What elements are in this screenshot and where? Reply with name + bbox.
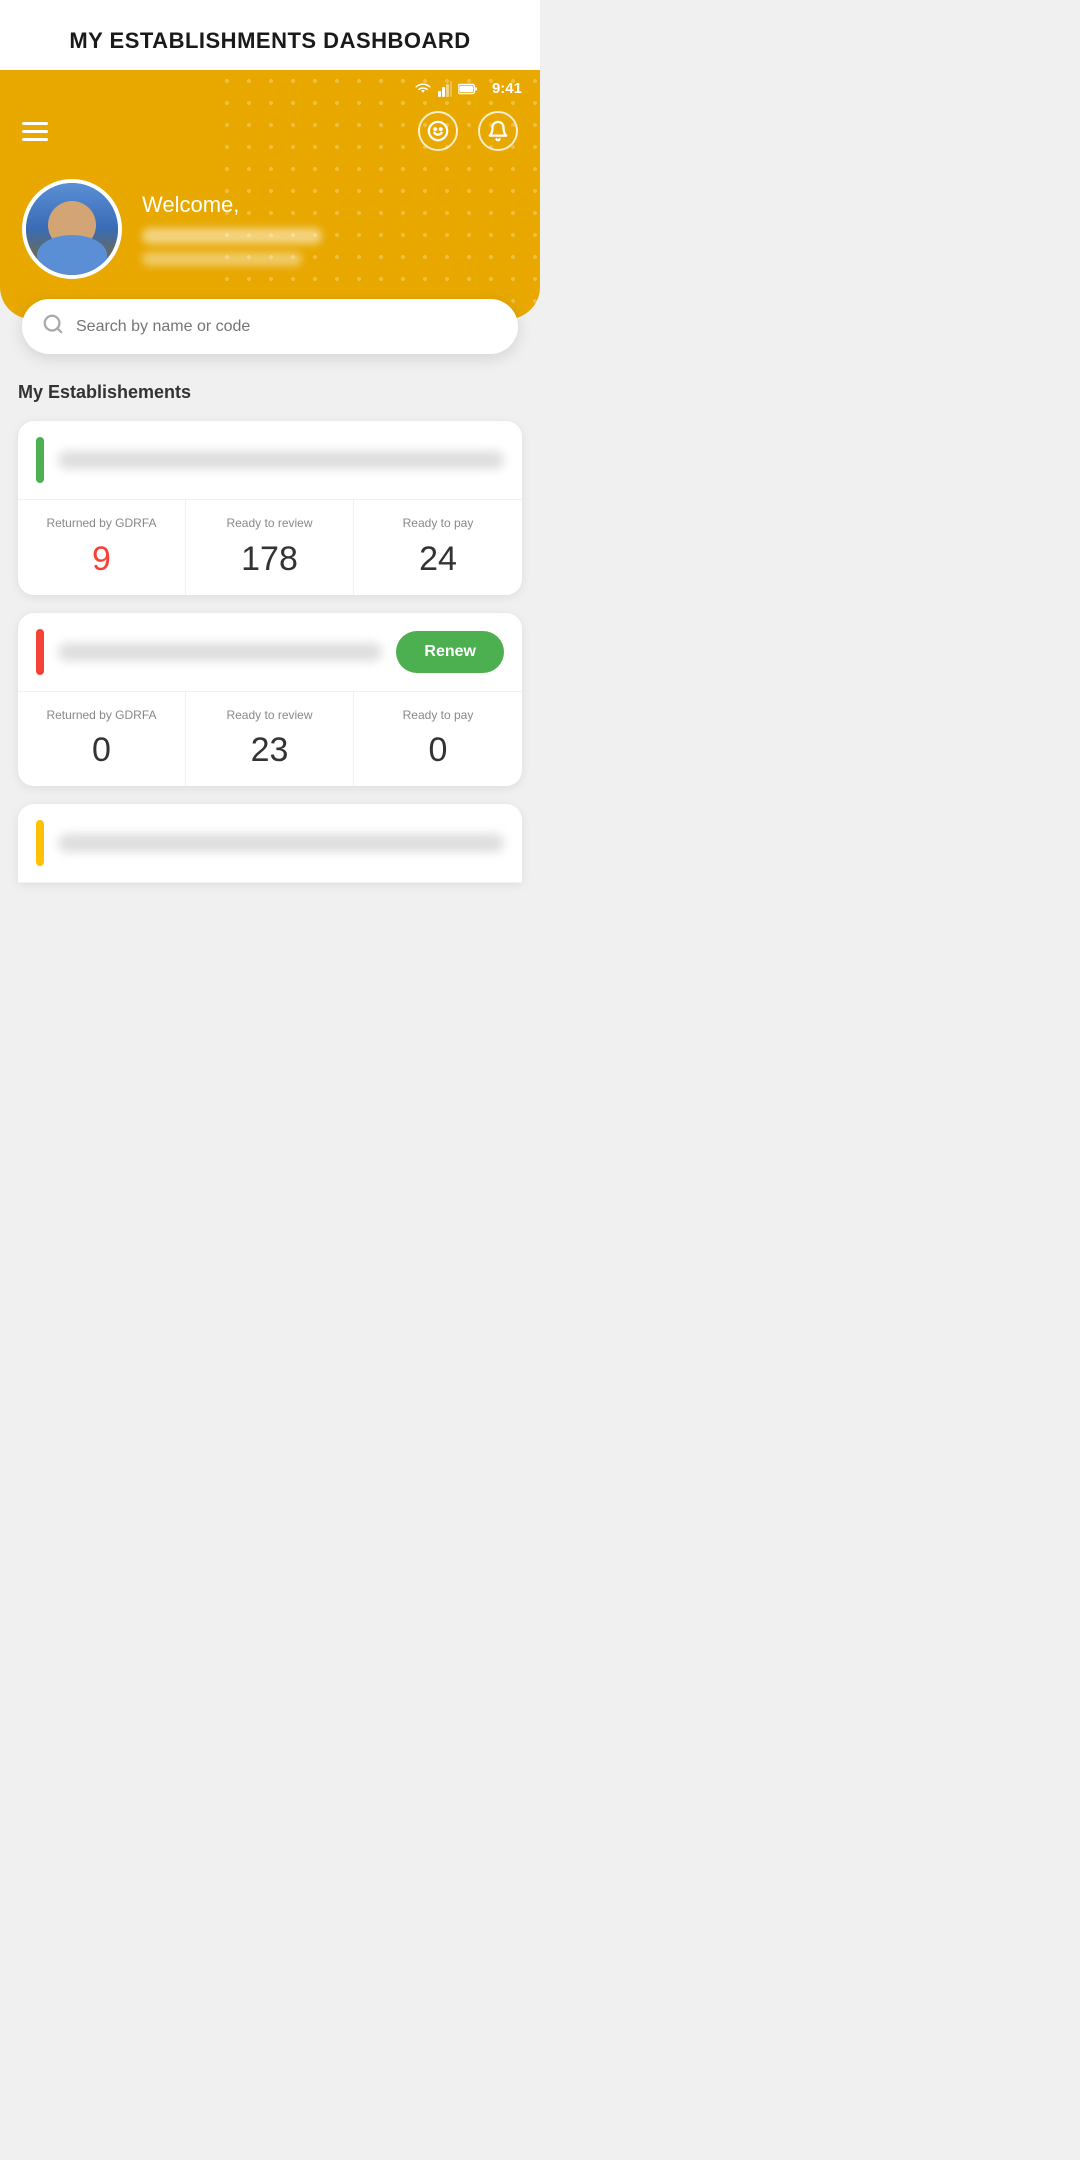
section-title: My Establishements bbox=[18, 382, 522, 403]
stat-label-returned-2: Returned by GDRFA bbox=[28, 708, 175, 724]
stat-label-pay-2: Ready to pay bbox=[364, 708, 512, 724]
page-title: MY ESTABLISHMENTS DASHBOARD bbox=[20, 28, 520, 54]
avatar bbox=[22, 179, 122, 279]
avatar-face bbox=[26, 183, 118, 275]
top-nav bbox=[0, 101, 540, 161]
card-1-header bbox=[18, 421, 522, 500]
card-1-stats: Returned by GDRFA 9 Ready to review 178 … bbox=[18, 500, 522, 595]
card-2-name-blurred bbox=[58, 643, 382, 661]
main-content: My Establishements Returned by GDRFA 9 R… bbox=[0, 354, 540, 903]
stat-value-pay-2: 0 bbox=[364, 731, 512, 770]
hamburger-line-3 bbox=[22, 138, 48, 141]
search-input[interactable] bbox=[76, 318, 498, 336]
page-title-section: MY ESTABLISHMENTS DASHBOARD bbox=[0, 0, 540, 70]
nav-right bbox=[418, 111, 518, 151]
stat-returned-gdrfa-1: Returned by GDRFA 9 bbox=[18, 500, 186, 595]
status-stripe-green bbox=[36, 437, 44, 483]
stat-ready-review-1: Ready to review 178 bbox=[186, 500, 354, 595]
hamburger-button[interactable] bbox=[22, 122, 48, 141]
welcome-greeting: Welcome, bbox=[142, 192, 518, 218]
card-2-stats: Returned by GDRFA 0 Ready to review 23 R… bbox=[18, 692, 522, 787]
stat-label-returned-1: Returned by GDRFA bbox=[28, 516, 175, 532]
establishment-card-1[interactable]: Returned by GDRFA 9 Ready to review 178 … bbox=[18, 421, 522, 595]
stat-label-pay-1: Ready to pay bbox=[364, 516, 512, 532]
status-stripe-yellow bbox=[36, 820, 44, 866]
stat-value-review-1: 178 bbox=[196, 540, 343, 579]
establishment-card-3[interactable] bbox=[18, 804, 522, 883]
smiley-button[interactable] bbox=[418, 111, 458, 151]
card-2-header: Renew bbox=[18, 613, 522, 692]
signal-icon bbox=[438, 81, 452, 97]
stat-label-review-1: Ready to review bbox=[196, 516, 343, 532]
status-icons bbox=[414, 81, 478, 97]
stat-ready-pay-1: Ready to pay 24 bbox=[354, 500, 522, 595]
card-3-name-blurred bbox=[58, 834, 504, 852]
search-icon-wrap bbox=[42, 313, 64, 340]
welcome-sub-blurred bbox=[142, 252, 302, 266]
stat-value-returned-1: 9 bbox=[28, 540, 175, 579]
status-bar: 9:41 bbox=[0, 70, 540, 101]
stat-value-review-2: 23 bbox=[196, 731, 343, 770]
stat-ready-pay-2: Ready to pay 0 bbox=[354, 692, 522, 787]
stat-ready-review-2: Ready to review 23 bbox=[186, 692, 354, 787]
card-1-name-blurred bbox=[58, 451, 504, 469]
establishment-card-2[interactable]: Renew Returned by GDRFA 0 Ready to revie… bbox=[18, 613, 522, 787]
time-display: 9:41 bbox=[492, 80, 522, 97]
stat-returned-gdrfa-2: Returned by GDRFA 0 bbox=[18, 692, 186, 787]
hamburger-line-2 bbox=[22, 130, 48, 133]
battery-icon bbox=[458, 83, 478, 95]
card-3-header bbox=[18, 804, 522, 883]
welcome-name-blurred bbox=[142, 228, 322, 244]
hamburger-line-1 bbox=[22, 122, 48, 125]
search-container bbox=[0, 299, 540, 354]
stat-label-review-2: Ready to review bbox=[196, 708, 343, 724]
stat-value-pay-1: 24 bbox=[364, 540, 512, 579]
wifi-icon bbox=[414, 82, 432, 96]
search-bar[interactable] bbox=[22, 299, 518, 354]
welcome-text: Welcome, bbox=[142, 192, 518, 266]
smiley-icon bbox=[427, 120, 449, 142]
stat-value-returned-2: 0 bbox=[28, 731, 175, 770]
renew-button[interactable]: Renew bbox=[396, 631, 504, 673]
golden-header: 9:41 bbox=[0, 70, 540, 319]
search-icon bbox=[42, 313, 64, 335]
bell-button[interactable] bbox=[478, 111, 518, 151]
welcome-section: Welcome, bbox=[0, 161, 540, 279]
bell-icon bbox=[487, 120, 509, 142]
status-stripe-red bbox=[36, 629, 44, 675]
